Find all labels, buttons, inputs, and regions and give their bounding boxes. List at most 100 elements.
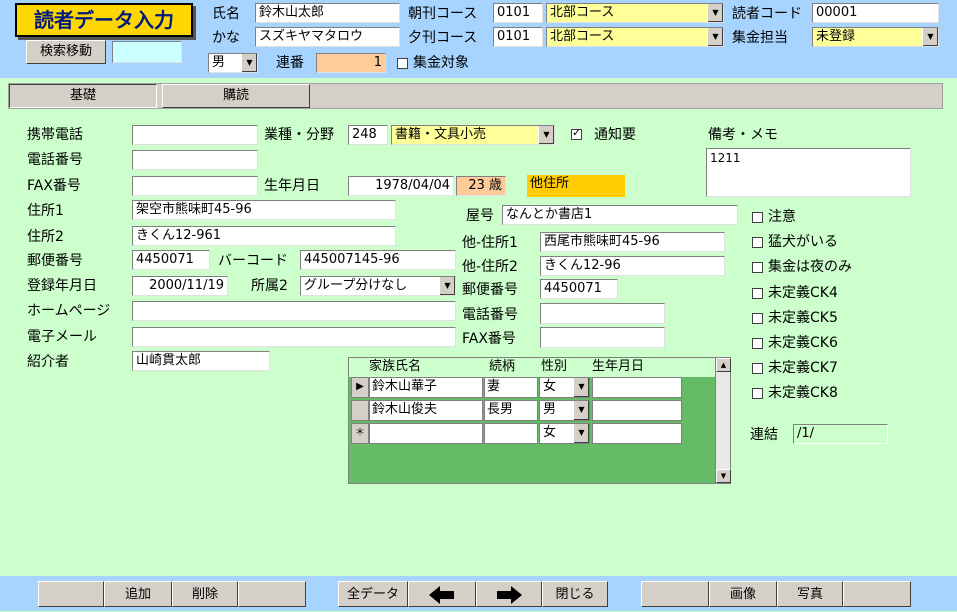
shop-field[interactable]: なんとか書店1 [502,205,738,225]
checkbox-label: 猛犬がいる [768,234,838,250]
scroll-down-icon[interactable]: ▼ [716,469,731,483]
serial-field[interactable]: 1 [316,53,386,73]
checkbox-dog[interactable] [752,237,763,248]
gender-select[interactable]: 男 ▼ [208,53,258,73]
family-birth-cell[interactable] [592,377,682,398]
chevron-down-icon[interactable]: ▼ [538,126,554,144]
checkbox-ck8[interactable] [752,388,763,399]
gender-cell-value: 男 [543,402,557,417]
chevron-down-icon[interactable]: ▼ [707,28,723,46]
collect-target-checkbox[interactable] [397,58,408,69]
search-move-input[interactable] [112,41,182,63]
photo-button[interactable]: 写真 [777,581,843,607]
gender-cell-value: 女 [543,379,557,394]
evening-course-select[interactable]: 北部コース ▼ [546,27,724,47]
checkbox-caution[interactable] [752,212,763,223]
fax-field[interactable] [132,176,258,196]
checkbox-ck6[interactable] [752,338,763,349]
checkbox-ck7[interactable] [752,363,763,374]
add-button[interactable]: 追加 [104,581,172,607]
chevron-down-icon[interactable]: ▼ [707,4,723,22]
relation-cell[interactable]: 長男 [484,400,538,421]
other-address1-field[interactable]: 西尾市熊味町45-96 [540,232,725,252]
family-grid-scrollbar[interactable]: ▲ ▼ [715,358,731,483]
name-field[interactable]: 鈴木山太郎 [255,3,400,23]
checkbox-ck4[interactable] [752,288,763,299]
other-fax-field[interactable] [540,327,665,348]
chevron-down-icon[interactable]: ▼ [573,424,589,443]
other-postal-field[interactable]: 4450071 [540,279,618,299]
notify-checkbox[interactable] [571,126,582,140]
reader-code-field[interactable]: 00001 [812,3,939,23]
collector-select[interactable]: 未登録 ▼ [812,27,939,47]
register-field[interactable]: 2000/11/19 [132,276,228,296]
family-birth-cell[interactable] [592,423,682,444]
other-address2-field[interactable]: きくん12-96 [540,256,725,276]
kana-label: かな [212,30,240,46]
scroll-up-icon[interactable]: ▲ [716,358,731,372]
other-phone-field[interactable] [540,303,665,324]
blank-button[interactable] [641,581,709,607]
phone-field[interactable] [132,150,258,170]
gender-cell[interactable]: 男 ▼ [539,400,590,421]
blank-button[interactable] [38,581,104,607]
birth-field[interactable]: 1978/04/04 [348,176,454,196]
chevron-down-icon[interactable]: ▼ [241,54,257,72]
address1-field[interactable]: 架空市熊味町45-96 [132,200,396,220]
blank-button[interactable] [843,581,911,607]
row-selector[interactable]: ＊ [351,423,369,444]
checkbox-label: 未定義CK4 [768,285,838,301]
memo-field[interactable]: 1211 [706,148,911,197]
family-name-cell[interactable]: 鈴木山華子 [369,377,483,398]
checkbox-ck5[interactable] [752,313,763,324]
next-record-button[interactable] [476,581,542,607]
image-button[interactable]: 画像 [709,581,777,607]
register-label: 登録年月日 [27,278,97,294]
kana-field[interactable]: スズキヤマタロウ [255,27,400,47]
row-selector[interactable]: ▶ [351,377,369,398]
evening-course-code[interactable]: 0101 [493,27,543,47]
homepage-field[interactable] [132,301,456,321]
group-value: グループ分けなし [304,278,408,293]
address2-field[interactable]: きくん12-961 [132,226,396,246]
morning-course-code[interactable]: 0101 [493,3,543,23]
barcode-label: バーコード [218,253,288,269]
family-name-cell[interactable] [369,423,483,444]
introducer-field[interactable]: 山崎貫太郎 [132,351,270,371]
chevron-down-icon[interactable]: ▼ [573,378,589,397]
close-button[interactable]: 閉じる [542,581,608,607]
industry-value: 書籍・文具小売 [395,127,487,142]
postal-field[interactable]: 4450071 [132,250,210,270]
checkbox-label: 未定義CK6 [768,335,838,351]
gender-cell[interactable]: 女 ▼ [539,377,590,398]
industry-code[interactable]: 248 [348,125,388,145]
chevron-down-icon[interactable]: ▼ [439,277,455,295]
tab-subscription[interactable]: 購読 [162,84,310,108]
prev-record-button[interactable] [408,581,476,607]
mobile-field[interactable] [132,125,258,145]
checkbox-label: 未定義CK8 [768,385,838,401]
group-select[interactable]: グループ分けなし ▼ [300,276,456,296]
evening-course-value: 北部コース [550,29,615,44]
family-name-cell[interactable]: 鈴木山俊夫 [369,400,483,421]
chevron-down-icon[interactable]: ▼ [573,401,589,420]
blank-button[interactable] [238,581,306,607]
morning-course-select[interactable]: 北部コース ▼ [546,3,724,23]
family-birth-cell[interactable] [592,400,682,421]
email-field[interactable] [132,327,456,347]
search-move-button[interactable]: 検索移動 [26,40,106,64]
delete-button[interactable]: 削除 [172,581,238,607]
relation-cell[interactable]: 妻 [484,377,538,398]
birth-label: 生年月日 [264,178,320,194]
arrow-left-icon [429,586,454,604]
checkbox-night-collect[interactable] [752,262,763,273]
tab-basic[interactable]: 基礎 [9,84,157,108]
arrow-right-icon [497,586,522,604]
chevron-down-icon[interactable]: ▼ [922,28,938,46]
row-selector[interactable] [351,400,369,421]
all-data-button[interactable]: 全データ [338,581,408,607]
barcode-field[interactable]: 445007145-96 [300,250,456,270]
gender-cell[interactable]: 女 ▼ [539,423,590,444]
relation-cell[interactable] [484,423,538,444]
industry-select[interactable]: 書籍・文具小売 ▼ [391,125,555,145]
